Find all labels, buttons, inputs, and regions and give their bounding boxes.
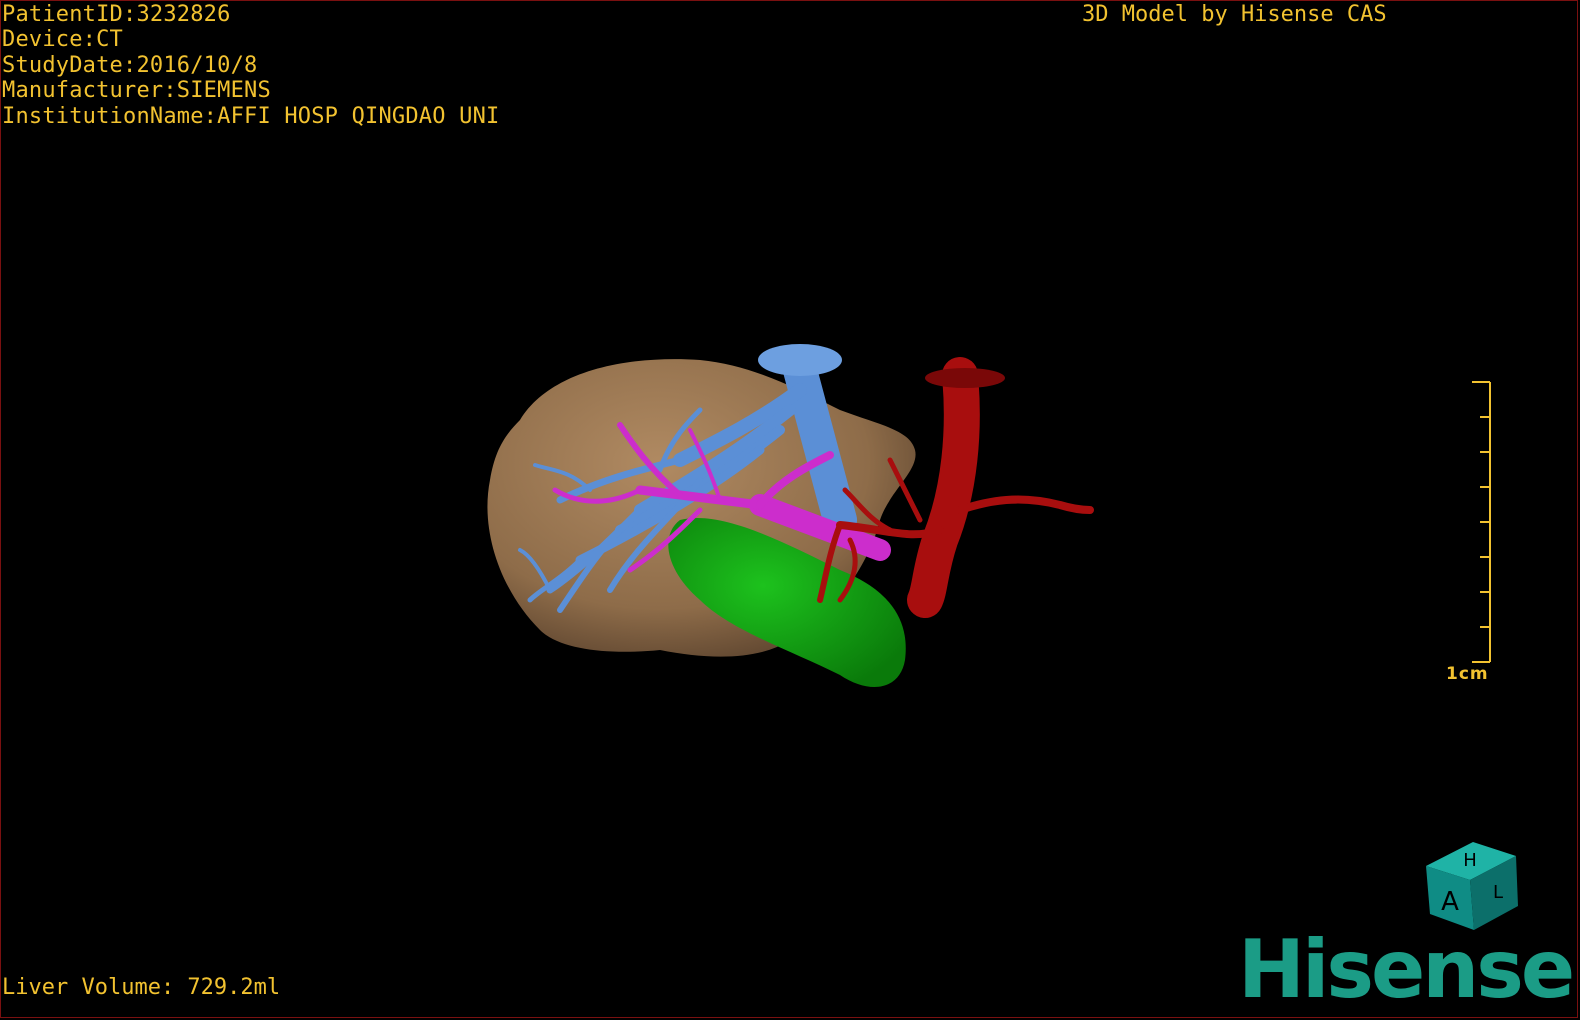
manufacturer-text: Manufacturer:SIEMENS [2,78,271,104]
orientation-cube-icon: H A L [1426,842,1518,930]
liver-3d-render [487,344,1094,687]
study-date-text: StudyDate:2016/10/8 [2,52,258,78]
cube-top-face-label: H [1463,850,1477,871]
cube-front-face-label: A [1441,887,1459,917]
hepatic-vein-cap [758,344,842,376]
patient-id-text: PatientID:3232826 [2,2,231,27]
aorta-cap [925,368,1005,388]
device-text: Device:CT [2,27,124,53]
liver-volume-text: Liver Volume: 729.2ml [2,975,281,1000]
scale-label: 1cm [1446,664,1489,684]
3d-model-viewport[interactable] [460,330,1120,710]
institution-text: InstitutionName:AFFI HOSP QINGDAO UNI [2,103,500,129]
scale-bar [1440,380,1510,690]
scale-bar-icon [1472,381,1491,663]
cube-side-face-label: L [1493,882,1503,903]
model-credit-text: 3D Model by Hisense CAS [1082,2,1387,27]
hisense-logo: Hisense [1238,923,1575,1016]
orientation-cube[interactable]: H A L [1418,836,1528,936]
dicom-info-overlay: PatientID:3232826 Device:CT StudyDate:20… [2,2,499,129]
